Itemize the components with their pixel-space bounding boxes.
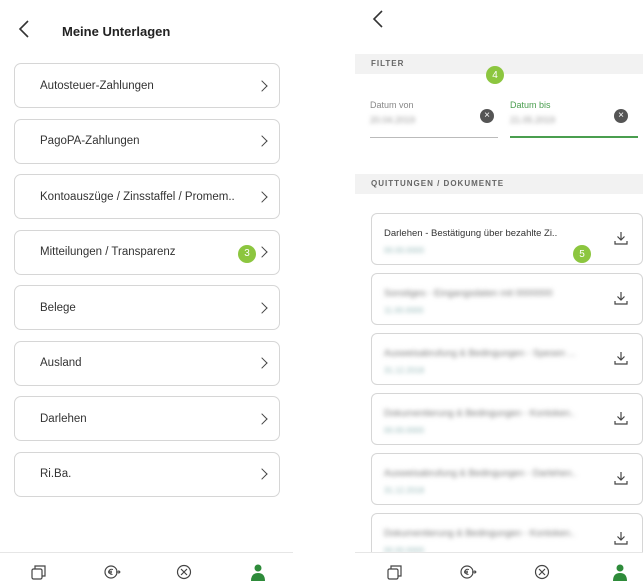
document-item[interactable]: Sonstiges - Eingangsdaten mit 0000000 11… bbox=[371, 273, 643, 325]
document-title: Ausweisabrufung & Bedingungen - Spesen .… bbox=[384, 348, 576, 359]
docs-section-header: QUITTUNGEN / DOKUMENTE bbox=[355, 174, 643, 194]
chevron-right-icon bbox=[256, 246, 268, 258]
back-chevron-icon[interactable] bbox=[372, 10, 384, 32]
menu-item-label: Ausland bbox=[40, 357, 82, 369]
menu-item-darlehen[interactable]: Darlehen bbox=[14, 396, 280, 441]
document-title: Ausweisabrufung & Bedingungen - Darlehen… bbox=[384, 468, 577, 479]
menu-item-autosteuer[interactable]: Autosteuer-Zahlungen bbox=[14, 63, 280, 108]
menu-item-pagopa[interactable]: PagoPA-Zahlungen bbox=[14, 118, 280, 164]
download-icon[interactable] bbox=[613, 230, 629, 246]
document-date: 00.00.0000 bbox=[384, 426, 425, 435]
document-item[interactable]: Ausweisabrufung & Bedingungen - Spesen .… bbox=[371, 333, 643, 385]
chevron-right-icon bbox=[256, 79, 268, 92]
download-icon[interactable] bbox=[613, 410, 629, 426]
date-from-underline bbox=[370, 137, 498, 138]
document-title: Dokumentierung & Bedingungen - Kontoken.… bbox=[384, 408, 576, 419]
download-icon[interactable] bbox=[613, 470, 629, 486]
cancel-circle-icon[interactable] bbox=[533, 563, 551, 581]
clear-icon[interactable]: × bbox=[480, 109, 494, 123]
cards-icon[interactable] bbox=[30, 563, 48, 581]
bottom-nav bbox=[0, 552, 293, 583]
download-icon[interactable] bbox=[613, 290, 629, 306]
menu-item-mitteilungen[interactable]: Mitteilungen / Transparenz 3 bbox=[14, 229, 280, 275]
document-item[interactable]: Darlehen - Bestätigung über bezahlte Zi.… bbox=[371, 213, 643, 265]
step-badge: 4 bbox=[486, 66, 504, 84]
date-to-underline bbox=[510, 136, 638, 138]
document-item[interactable]: Dokumentierung & Bedingungen - Kontoken.… bbox=[371, 393, 643, 445]
document-date: 31.12.2018 bbox=[384, 486, 425, 495]
left-screen: Meine Unterlagen Autosteuer-Zahlungen Pa… bbox=[0, 0, 293, 583]
download-icon[interactable] bbox=[613, 350, 629, 366]
menu-item-label: Belege bbox=[40, 301, 76, 314]
step-badge: 5 bbox=[573, 245, 591, 263]
document-date: 11.00.0000 bbox=[384, 306, 424, 315]
docs-heading: QUITTUNGEN / DOKUMENTE bbox=[371, 179, 505, 188]
menu-item-riba[interactable]: Ri.Ba. bbox=[14, 451, 280, 497]
document-item[interactable]: Ausweisabrufung & Bedingungen - Darlehen… bbox=[371, 453, 643, 505]
menu-item-label: Kontoauszüge / Zinsstaffel / Promem.. bbox=[40, 190, 235, 203]
cards-icon[interactable] bbox=[386, 563, 404, 581]
menu-item-ausland[interactable]: Ausland bbox=[14, 340, 280, 386]
menu-item-label: Autosteuer-Zahlungen bbox=[40, 79, 154, 92]
menu-item-label: Ri.Ba. bbox=[40, 468, 72, 480]
document-title: Darlehen - Bestätigung über bezahlte Zi.… bbox=[384, 228, 558, 239]
documents-menu: Autosteuer-Zahlungen PagoPA-Zahlungen Ko… bbox=[14, 63, 280, 507]
chevron-right-icon bbox=[256, 135, 268, 147]
step-badge: 3 bbox=[238, 244, 256, 263]
date-from-label: Datum von bbox=[370, 100, 414, 110]
menu-item-label: Mitteilungen / Transparenz bbox=[40, 246, 176, 258]
filter-heading: FILTER bbox=[371, 59, 405, 68]
download-icon[interactable] bbox=[613, 530, 629, 546]
documents-list: Darlehen - Bestätigung über bezahlte Zi.… bbox=[371, 213, 643, 573]
document-title: Dokumentierung & Bedingungen - Kontoken.… bbox=[384, 528, 576, 539]
profile-icon[interactable] bbox=[249, 563, 267, 581]
menu-item-belege[interactable]: Belege bbox=[14, 285, 280, 330]
chevron-right-icon bbox=[256, 301, 268, 314]
document-date: 31.12.2018 bbox=[384, 366, 425, 375]
menu-item-kontoauszuege[interactable]: Kontoauszüge / Zinsstaffel / Promem.. bbox=[14, 174, 280, 219]
back-chevron-icon[interactable] bbox=[18, 20, 30, 42]
menu-item-label: Darlehen bbox=[40, 412, 87, 425]
date-to-field[interactable]: Datum bis 21.05.2019 × bbox=[510, 100, 640, 138]
cancel-circle-icon[interactable] bbox=[175, 563, 193, 581]
menu-item-label: PagoPA-Zahlungen bbox=[40, 135, 140, 147]
profile-icon[interactable] bbox=[611, 563, 629, 581]
chevron-right-icon bbox=[256, 357, 268, 369]
date-from-field[interactable]: Datum von 20.04.2019 × bbox=[370, 100, 500, 138]
chevron-right-icon bbox=[256, 190, 268, 203]
page-title: Meine Unterlagen bbox=[62, 24, 171, 39]
bottom-nav bbox=[355, 552, 643, 583]
chevron-right-icon bbox=[256, 412, 268, 425]
right-screen: FILTER 4 Datum von 20.04.2019 × Datum bi… bbox=[355, 0, 643, 583]
euro-transfer-icon[interactable] bbox=[459, 563, 477, 581]
clear-icon[interactable]: × bbox=[614, 109, 628, 123]
document-title: Sonstiges - Eingangsdaten mit 0000000 bbox=[384, 288, 553, 299]
euro-transfer-icon[interactable] bbox=[103, 563, 121, 581]
chevron-right-icon bbox=[256, 468, 268, 480]
document-date: 00.00.0000 bbox=[384, 246, 425, 255]
